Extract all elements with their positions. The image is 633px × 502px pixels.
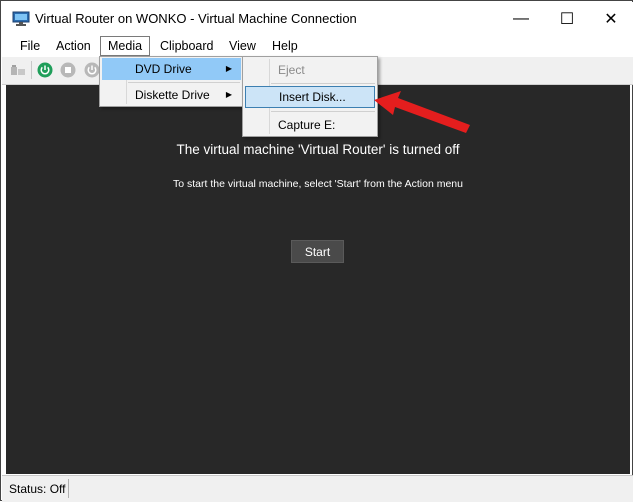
title-bar: Virtual Router on WONKO - Virtual Machin…	[2, 2, 633, 36]
menu-action[interactable]: Action	[49, 36, 98, 56]
menu-item-label: Diskette Drive	[135, 88, 210, 102]
menu-item-dvd-drive[interactable]: DVD Drive ▶	[102, 58, 241, 80]
menu-separator	[128, 82, 240, 83]
vm-connection-icon	[12, 11, 30, 26]
minimize-button[interactable]: —	[498, 2, 544, 36]
status-text: Status: Off	[9, 482, 66, 496]
dvd-drive-submenu: Eject Insert Disk... Capture E:	[242, 56, 378, 137]
power-start-icon[interactable]	[37, 62, 53, 78]
start-button[interactable]: Start	[291, 240, 344, 263]
submenu-arrow-icon: ▶	[225, 90, 232, 99]
menu-clipboard[interactable]: Clipboard	[153, 36, 221, 56]
vm-instruction: To start the virtual machine, select 'St…	[173, 178, 463, 190]
menu-help[interactable]: Help	[265, 36, 305, 56]
menu-item-capture-e[interactable]: Capture E:	[245, 114, 375, 136]
menu-separator	[271, 83, 375, 84]
vm-connection-window: Virtual Router on WONKO - Virtual Machin…	[0, 0, 633, 502]
media-menu: DVD Drive ▶ Diskette Drive ▶	[99, 56, 244, 107]
toolbar-separator	[31, 61, 32, 79]
menu-view[interactable]: View	[222, 36, 263, 56]
vm-status-message: The virtual machine 'Virtual Router' is …	[176, 142, 460, 157]
window-title: Virtual Router on WONKO - Virtual Machin…	[35, 11, 357, 26]
menu-item-label: DVD Drive	[135, 62, 192, 76]
menu-item-diskette-drive[interactable]: Diskette Drive ▶	[102, 84, 241, 106]
menu-media[interactable]: Media	[100, 36, 151, 56]
menu-file[interactable]: File	[13, 36, 47, 56]
maximize-button[interactable]: ☐	[544, 2, 590, 36]
status-divider	[68, 479, 69, 498]
close-button[interactable]: ✕	[588, 2, 633, 36]
menu-separator	[271, 111, 375, 112]
menu-bar: File Action Media Clipboard View Help	[2, 36, 633, 57]
submenu-arrow-icon: ▶	[225, 64, 232, 73]
status-bar: Status: Off	[2, 475, 633, 502]
annotation-arrow-icon	[374, 91, 470, 133]
shut-down-icon[interactable]	[84, 62, 100, 78]
menu-item-insert-disk[interactable]: Insert Disk...	[245, 86, 375, 108]
turn-off-icon[interactable]	[60, 62, 76, 78]
vm-display[interactable]: The virtual machine 'Virtual Router' is …	[6, 85, 630, 474]
menu-item-eject[interactable]: Eject	[245, 59, 375, 81]
ctrl-alt-del-icon[interactable]	[10, 62, 26, 78]
